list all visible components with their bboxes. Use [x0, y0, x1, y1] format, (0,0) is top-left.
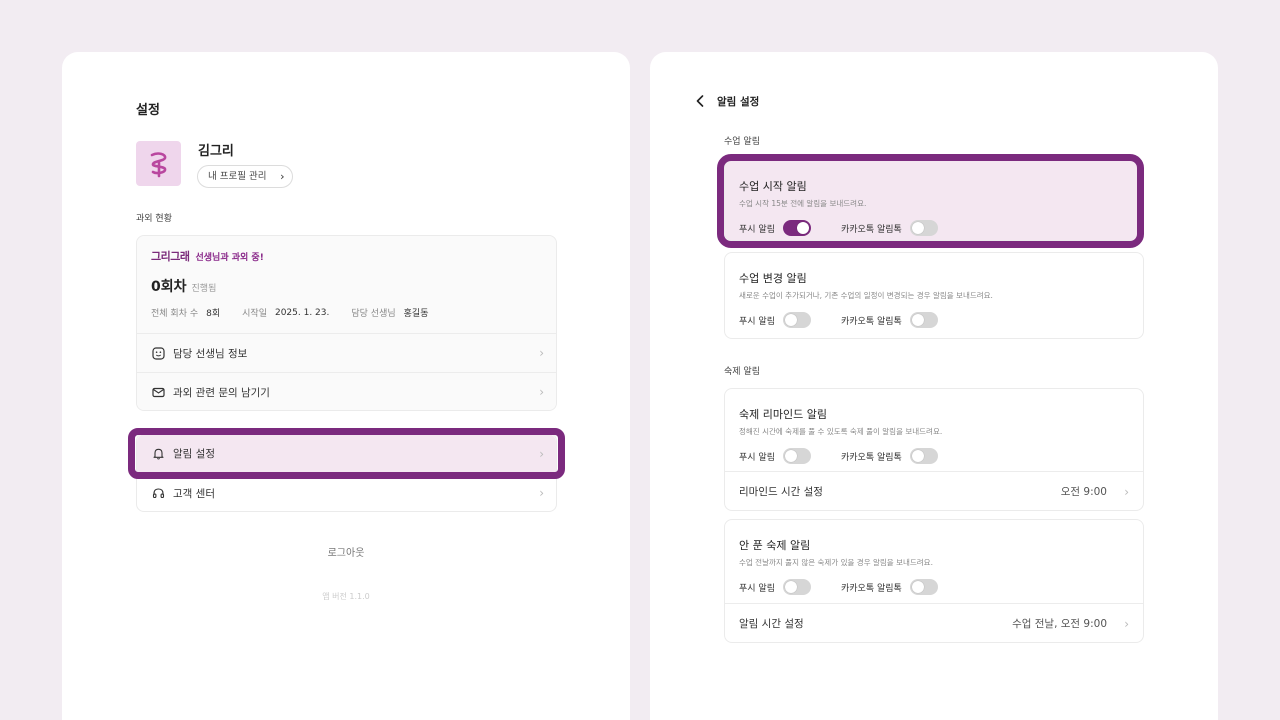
card-title: 안 푼 숙제 알림 [739, 539, 811, 552]
user-name: 김그리 [198, 144, 234, 159]
push-toggle[interactable] [782, 448, 811, 464]
homework-notification-label: 숙제 알림 [724, 367, 760, 377]
meta-key: 담당 선생님 [351, 309, 396, 319]
class-notification-label: 수업 알림 [724, 137, 760, 147]
push-label: 푸시 알림 [739, 583, 775, 594]
notification-settings-label: 알림 설정 [173, 448, 215, 460]
push-toggle[interactable] [782, 312, 811, 328]
session-count: 0회차 [151, 279, 187, 295]
avatar-icon [150, 151, 166, 177]
class-start-card: 수업 시작 알림 수업 시작 15분 전에 알림을 보내드려요. 푸시 알림 카… [724, 160, 1144, 241]
kakao-toggle[interactable] [909, 312, 938, 328]
card-title: 수업 변경 알림 [739, 272, 807, 285]
setting-value: 수업 전날, 오전 9:00 [1012, 618, 1107, 630]
notification-settings-item[interactable]: 알림 설정 › [137, 434, 556, 473]
page-title: 설정 [136, 103, 160, 118]
logout-link[interactable]: 로그아웃 [62, 544, 630, 559]
push-label: 푸시 알림 [739, 316, 775, 327]
page-title: 알림 설정 [717, 96, 760, 108]
meta-value: 홍길동 [403, 309, 429, 319]
inquiry-item[interactable]: 과외 관련 문의 남기기 › [137, 372, 556, 410]
profile-button-label: 내 프로필 관리 [208, 171, 267, 182]
teacher-info-label: 담당 선생님 정보 [173, 347, 248, 360]
setting-value: 오전 9:00 [1060, 486, 1107, 498]
push-toggle[interactable] [782, 579, 811, 595]
card-description: 정해진 시간에 숙제를 풀 수 있도록 숙제 풀이 알림을 보내드려요. [739, 427, 943, 436]
reminder-time-setting[interactable]: 리마인드 시간 설정 오전 9:00 › [725, 471, 1143, 511]
kakao-label: 카카오톡 알림톡 [840, 316, 902, 327]
bell-icon [151, 447, 165, 461]
chevron-right-icon: › [539, 346, 544, 360]
meta-value: 2025. 1. 23. [274, 307, 330, 318]
avatar [136, 141, 181, 186]
mail-icon [151, 385, 165, 399]
session-count-status: 진행됨 [191, 284, 217, 294]
kakao-toggle[interactable] [909, 448, 938, 464]
kakao-toggle[interactable] [909, 579, 938, 595]
brand-logo: 그리그래 [151, 250, 190, 263]
setting-label: 리마인드 시간 설정 [739, 486, 823, 498]
back-arrow-icon[interactable] [694, 94, 706, 108]
brand-message: 선생님과 과외 중! [195, 252, 264, 263]
tutoring-status-label: 과외 현황 [136, 214, 172, 224]
push-label: 푸시 알림 [739, 224, 775, 235]
kakao-label: 카카오톡 알림톡 [840, 583, 902, 594]
smile-icon [151, 346, 165, 360]
card-title: 숙제 리마인드 알림 [739, 408, 827, 421]
unsolved-homework-card: 안 푼 숙제 알림 수업 전날까지 풀지 않은 숙제가 있을 경우 알림을 보내… [724, 519, 1144, 643]
menu-list: 알림 설정 › 고객 센터 › [136, 433, 557, 512]
inquiry-label: 과외 관련 문의 남기기 [173, 386, 270, 399]
setting-label: 알림 시간 설정 [739, 618, 804, 630]
card-description: 수업 전날까지 풀지 않은 숙제가 있을 경우 알림을 보내드려요. [739, 558, 933, 567]
chevron-right-icon: › [280, 170, 285, 183]
chevron-right-icon: › [1124, 484, 1129, 499]
meta-key: 시작일 [242, 309, 267, 319]
chevron-right-icon: › [539, 486, 544, 500]
app-version: 앱 버전 1.1.0 [322, 592, 370, 601]
meta-value: 8회 [206, 309, 221, 319]
teacher-info-item[interactable]: 담당 선생님 정보 › [137, 333, 556, 372]
kakao-label: 카카오톡 알림톡 [840, 224, 902, 235]
tutoring-meta: 전체 회차 수 8회 시작일 2025. 1. 23. 담당 선생님 홍길동 [151, 306, 450, 320]
chevron-right-icon: › [1124, 616, 1129, 631]
kakao-toggle[interactable] [909, 220, 938, 236]
push-toggle[interactable] [782, 220, 811, 236]
card-description: 수업 시작 15분 전에 알림을 보내드려요. [739, 199, 867, 208]
chevron-right-icon: › [539, 385, 544, 399]
customer-center-label: 고객 센터 [173, 487, 215, 500]
meta-key: 전체 회차 수 [151, 309, 199, 319]
card-title: 수업 시작 알림 [739, 180, 807, 193]
settings-panel: 설정 김그리 내 프로필 관리 › 과외 현황 그리그래 선생님과 과외 중! … [62, 52, 630, 720]
push-label: 푸시 알림 [739, 452, 775, 463]
notification-settings-panel: 알림 설정 수업 알림 수업 시작 알림 수업 시작 15분 전에 알림을 보내… [650, 52, 1218, 720]
chevron-right-icon: › [539, 446, 544, 461]
class-change-card: 수업 변경 알림 새로운 수업이 추가되거나, 기존 수업의 일정이 변경되는 … [724, 252, 1144, 339]
notification-time-setting[interactable]: 알림 시간 설정 수업 전날, 오전 9:00 › [725, 603, 1143, 643]
kakao-label: 카카오톡 알림톡 [840, 452, 902, 463]
tutoring-status-card: 그리그래 선생님과 과외 중! 0회차 진행됨 전체 회차 수 8회 시작일 2… [136, 235, 557, 411]
card-description: 새로운 수업이 추가되거나, 기존 수업의 일정이 변경되는 경우 알림을 보내… [739, 291, 993, 300]
headset-icon [151, 486, 165, 500]
homework-reminder-card: 숙제 리마인드 알림 정해진 시간에 숙제를 풀 수 있도록 숙제 풀이 알림을… [724, 388, 1144, 511]
customer-center-item[interactable]: 고객 센터 › [137, 473, 556, 512]
profile-manage-button[interactable]: 내 프로필 관리 › [197, 165, 294, 188]
